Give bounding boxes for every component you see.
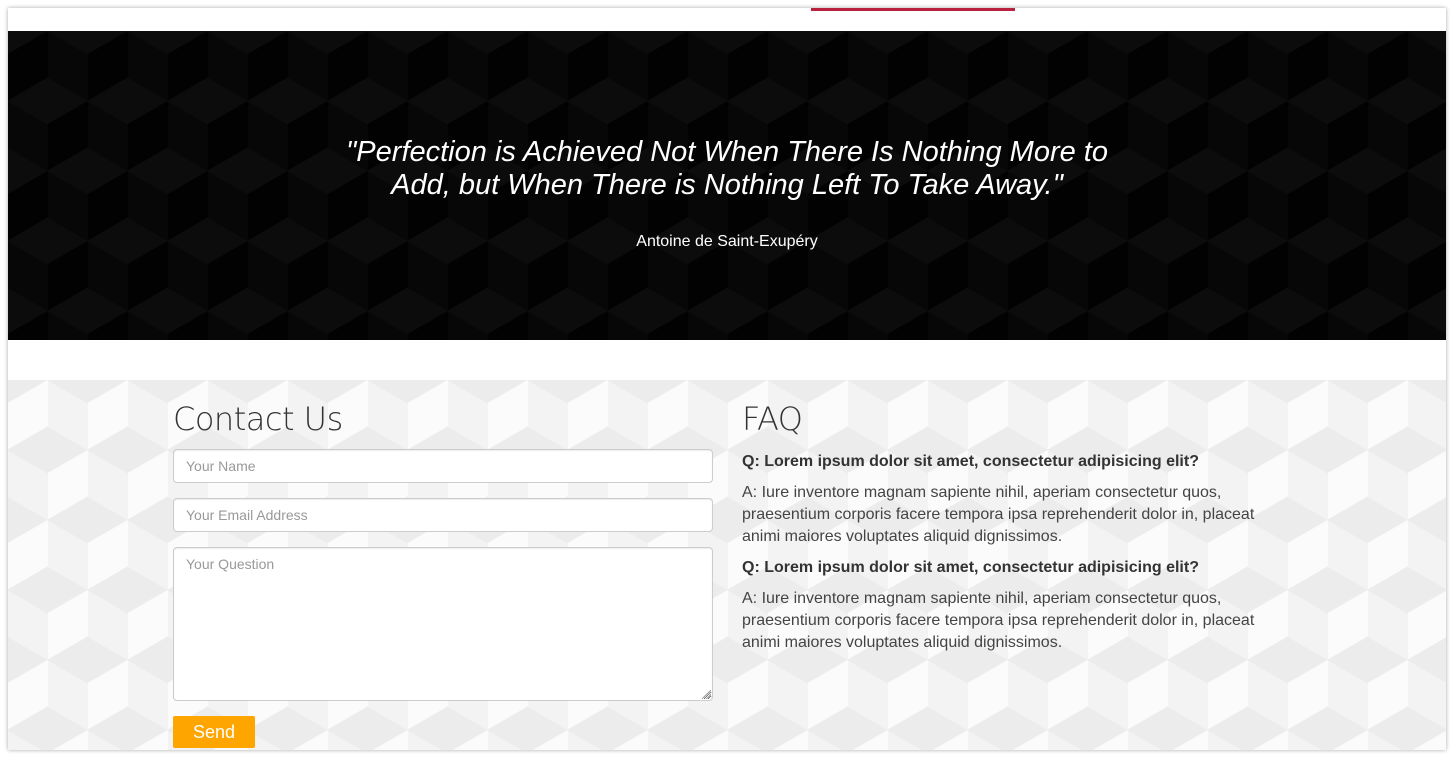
email-input[interactable] [173,498,713,532]
hero-quote: "Perfection is Achieved Not When There I… [346,136,1108,201]
site-header [8,8,1446,31]
send-button[interactable]: Send [173,716,255,748]
site-logo[interactable] [470,8,770,14]
contact-title: Contact Us [173,400,343,438]
faq-item: Q: Lorem ipsum dolor sit amet, consectet… [742,558,1272,654]
faq-answer: A: Iure inventore magnam sapiente nihil,… [742,590,1255,651]
faq-list: Q: Lorem ipsum dolor sit amet, consectet… [742,452,1272,664]
faq-title: FAQ [742,400,803,438]
faq-item: Q: Lorem ipsum dolor sit amet, consectet… [742,452,1272,548]
quote-author: Antoine de Saint-Exupéry [636,233,818,250]
name-input[interactable] [173,449,713,483]
faq-question: Q: Lorem ipsum dolor sit amet, consectet… [742,453,1199,470]
faq-answer: A: Iure inventore magnam sapiente nihil,… [742,484,1255,545]
faq-question: Q: Lorem ipsum dolor sit amet, consectet… [742,559,1199,576]
contact-faq-section: Contact Us Send FAQ Q: Lorem ipsum dolor… [8,340,1446,750]
page-frame: "Perfection is Achieved Not When There I… [8,8,1446,750]
question-textarea[interactable] [173,547,713,701]
nav-active-indicator [811,8,1015,11]
quote-hero: "Perfection is Achieved Not When There I… [8,31,1446,340]
